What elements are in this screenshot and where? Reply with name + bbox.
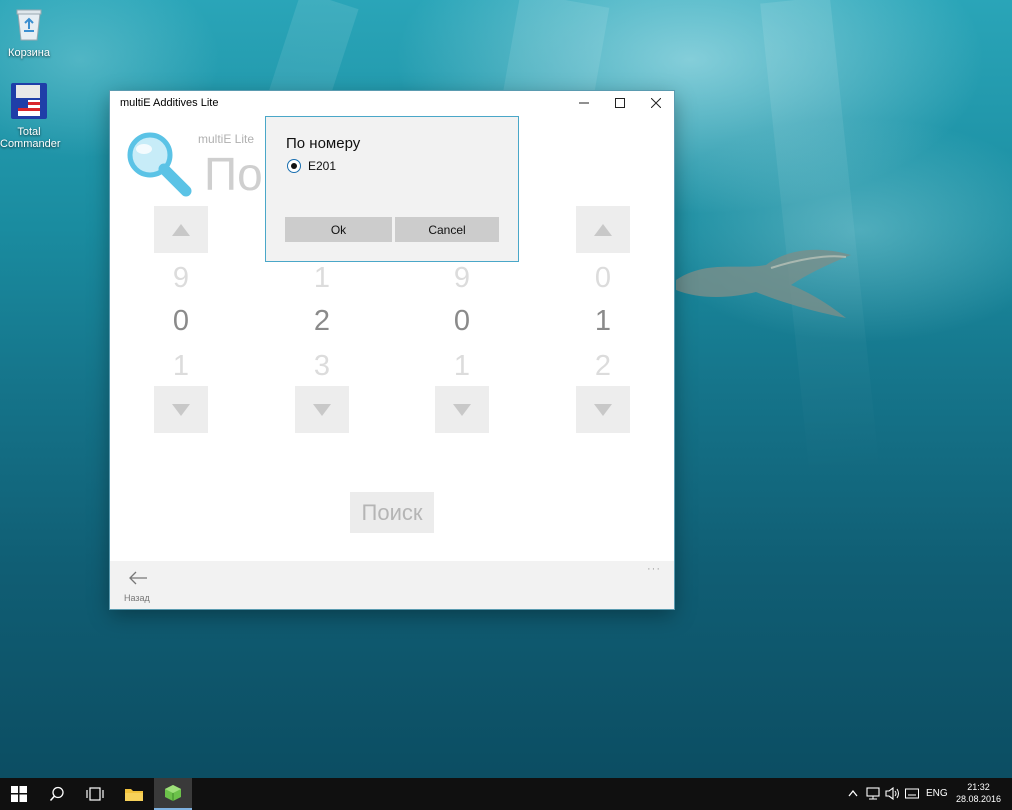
picker-2-prev: 1 — [313, 262, 331, 294]
task-view-icon — [86, 787, 104, 801]
page-title: По — [204, 148, 263, 200]
picker-1-next: 1 — [172, 350, 190, 382]
minimize-button[interactable] — [566, 91, 602, 115]
desktop-icon-total-commander[interactable]: Total Commander — [0, 82, 61, 150]
desktop-icon-label: Корзина — [8, 47, 50, 59]
magnifier-icon — [127, 132, 192, 197]
picker-1-current[interactable]: 0 — [154, 305, 208, 337]
multie-app-taskbar-button[interactable] — [154, 778, 192, 810]
dialog-title: По номеру — [286, 135, 361, 152]
app-bar: Назад ··· — [110, 561, 674, 609]
ok-button[interactable]: Ok — [285, 217, 392, 242]
close-button[interactable] — [638, 91, 674, 115]
network-icon[interactable] — [866, 787, 880, 800]
file-explorer-taskbar-button[interactable] — [115, 778, 153, 810]
picker-4-next: 2 — [594, 350, 612, 382]
app-subtitle: multiE Lite — [198, 132, 255, 146]
picker-2-down-button[interactable] — [295, 386, 349, 433]
taskbar: ENG 21:32 28.08.2016 — [0, 778, 1012, 810]
start-button[interactable] — [0, 778, 38, 810]
task-view-button[interactable] — [76, 778, 114, 810]
search-taskbar-button[interactable] — [38, 778, 76, 810]
clock-time: 21:32 — [967, 782, 990, 792]
radio-selected-icon — [291, 163, 297, 169]
clock[interactable]: 21:32 28.08.2016 — [956, 781, 1001, 805]
picker-1-down-button[interactable] — [154, 386, 208, 433]
desktop-icon-label: Total Commander — [0, 126, 61, 150]
folder-icon — [125, 789, 143, 801]
windows-logo-icon — [11, 786, 27, 802]
mermaid-fin-image — [676, 249, 851, 318]
desktop-icon-recycle-bin[interactable]: Корзина — [0, 7, 58, 59]
picker-3-next: 1 — [453, 350, 471, 382]
chevron-up-icon[interactable] — [848, 789, 858, 797]
close-icon — [651, 98, 661, 108]
back-button-label[interactable]: Назад — [124, 593, 150, 603]
option-e201-label[interactable]: E201 — [308, 159, 336, 173]
keyboard-icon[interactable] — [905, 787, 919, 800]
picker-1-up-button[interactable] — [154, 206, 208, 253]
window-title: multiE Additives Lite — [120, 97, 219, 109]
minimize-icon — [579, 102, 589, 104]
maximize-icon — [615, 98, 625, 108]
recycle-bin-icon — [16, 9, 42, 41]
option-e201-radio[interactable] — [287, 159, 301, 173]
volume-icon[interactable] — [885, 787, 900, 800]
total-commander-icon — [11, 83, 47, 119]
picker-4-down-button[interactable] — [576, 386, 630, 433]
picker-4-prev: 0 — [594, 262, 612, 294]
search-button[interactable]: Поиск — [350, 492, 434, 533]
maximize-button[interactable] — [602, 91, 638, 115]
arrow-down-icon — [172, 403, 190, 416]
cancel-button[interactable]: Cancel — [395, 217, 499, 242]
picker-2-next: 3 — [313, 350, 331, 382]
arrow-up-icon — [172, 223, 190, 236]
picker-2-current[interactable]: 2 — [295, 305, 349, 337]
picker-3-prev: 9 — [453, 262, 471, 294]
clock-date: 28.08.2016 — [955, 794, 1001, 804]
app-cube-icon — [165, 785, 181, 801]
arrow-up-icon — [594, 223, 612, 236]
search-by-number-dialog: По номеру E201 Ok Cancel — [265, 116, 519, 262]
arrow-down-icon — [453, 403, 471, 416]
picker-3-down-button[interactable] — [435, 386, 489, 433]
picker-3-current[interactable]: 0 — [435, 305, 489, 337]
picker-1-prev: 9 — [172, 262, 190, 294]
arrow-down-icon — [313, 403, 331, 416]
title-bar[interactable]: multiE Additives Lite — [110, 91, 674, 115]
picker-4-current[interactable]: 1 — [576, 305, 630, 337]
language-indicator[interactable]: ENG — [926, 788, 948, 799]
picker-4-up-button[interactable] — [576, 206, 630, 253]
back-arrow-icon[interactable] — [128, 570, 148, 586]
arrow-down-icon — [594, 403, 612, 416]
more-icon[interactable]: ··· — [647, 563, 661, 575]
search-icon — [49, 786, 64, 801]
